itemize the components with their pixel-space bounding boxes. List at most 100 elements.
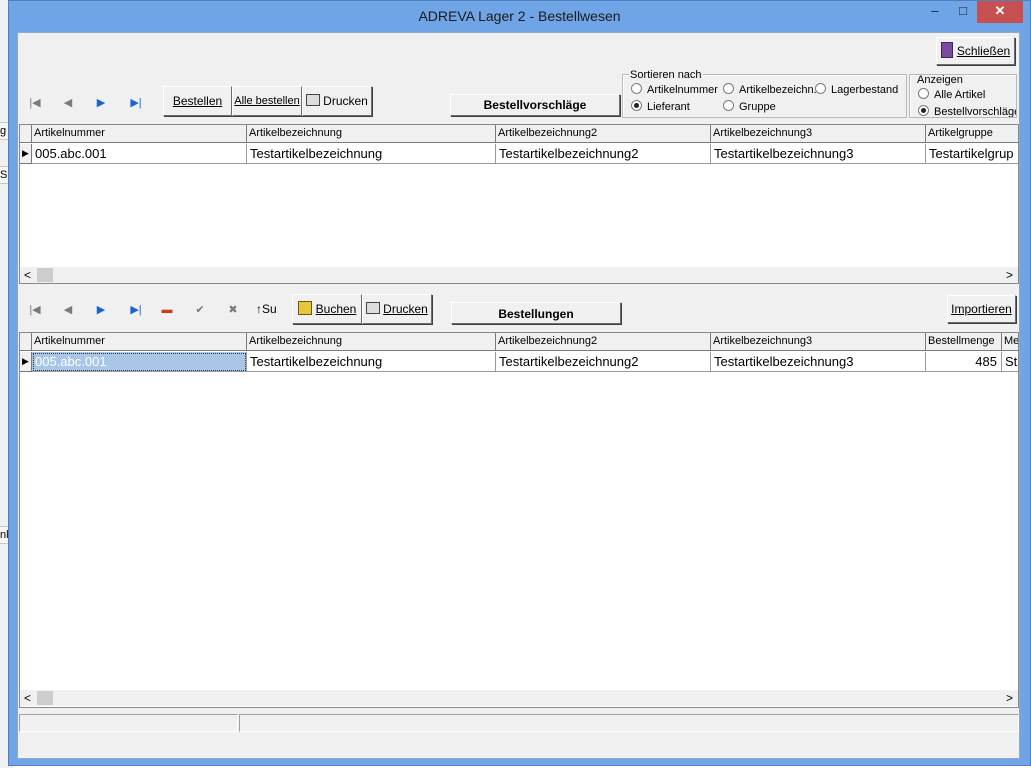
status-panel-left xyxy=(19,714,238,732)
table-cell[interactable]: Testartikelbezeichnung xyxy=(247,352,496,372)
sort-option-artikelnummer[interactable]: Artikelnummer xyxy=(631,83,718,97)
table-cell[interactable]: Testartikelbezeichnung3 xyxy=(711,144,926,164)
column-header[interactable]: Artikelgruppe xyxy=(926,125,1018,143)
sort-up-label: Su xyxy=(262,302,277,316)
first-record-icon[interactable]: |◀ xyxy=(26,303,44,317)
sort-option-gruppe[interactable]: Gruppe xyxy=(723,100,776,114)
window: ADREVA Lager 2 - Bestellwesen – □ ✕ Schl… xyxy=(8,0,1031,766)
show-option-bestellvorschlaege[interactable]: Bestellvorschläge xyxy=(918,105,1017,118)
table-cell[interactable]: 005.abc.001 xyxy=(32,144,247,164)
status-panel-right xyxy=(239,714,1019,732)
scroll-right-icon[interactable]: > xyxy=(1006,690,1013,706)
drucken-label: Drucken xyxy=(383,302,428,316)
column-header[interactable]: Artikelbezeichnung2 xyxy=(496,333,711,351)
column-header[interactable]: Artikelnummer xyxy=(32,125,247,143)
bestellvorschlaege-grid[interactable]: Artikelnummer Artikelbezeichnung Artikel… xyxy=(19,124,1019,284)
scroll-left-icon[interactable]: < xyxy=(24,690,31,706)
table-cell[interactable]: Testartikelbezeichnung2 xyxy=(496,352,711,372)
grid-corner xyxy=(20,125,32,143)
bestellen-button[interactable]: Bestellen xyxy=(163,86,232,116)
alle-bestellen-label: Alle bestellen xyxy=(234,95,300,107)
column-header[interactable]: Artikelbezeichnung2 xyxy=(496,125,711,143)
prev-record-icon[interactable]: ◀ xyxy=(59,96,77,110)
sort-option-artikelbezeichnung[interactable]: Artikelbezeichn. xyxy=(723,83,817,97)
table-cell[interactable]: Testartikelbezeichnung2 xyxy=(496,144,711,164)
radio-icon xyxy=(815,83,826,94)
top-horizontal-scrollbar[interactable]: < > xyxy=(20,267,1018,283)
column-header[interactable]: Artikelbezeichnung3 xyxy=(711,125,926,143)
radio-icon xyxy=(918,88,929,99)
table-cell[interactable]: Testartikelbezeichnung3 xyxy=(711,352,926,372)
first-record-icon[interactable]: |◀ xyxy=(26,96,44,110)
scroll-right-icon[interactable]: > xyxy=(1006,267,1013,283)
sort-option-label: Artikelnummer xyxy=(647,84,718,96)
show-group: Anzeigen Alle Artikel Bestellvorschläge xyxy=(909,74,1017,118)
schliessen-label: Schließen xyxy=(956,44,1011,58)
column-header[interactable]: Artikelbezeichnung xyxy=(247,125,496,143)
maximize-button[interactable]: □ xyxy=(949,1,977,23)
cancel-record-icon[interactable]: ✖ xyxy=(224,303,242,317)
drucken-button-bottom[interactable]: Drucken xyxy=(362,294,432,324)
buchen-label: Buchen xyxy=(315,302,357,316)
row-indicator-icon: ▶ xyxy=(20,144,32,164)
column-header[interactable]: Artikelnummer xyxy=(32,333,247,351)
printer-icon xyxy=(366,302,381,314)
radio-selected-icon xyxy=(631,100,642,111)
sort-option-label: Gruppe xyxy=(739,101,776,113)
drucken-button-top[interactable]: Drucken xyxy=(302,86,372,116)
sort-option-label: Lagerbestand xyxy=(831,84,899,96)
schliessen-button[interactable]: Schließen xyxy=(936,37,1015,65)
table-cell[interactable]: Stü xyxy=(1002,352,1018,372)
table-cell[interactable]: Testartikelbezeichnung xyxy=(247,144,496,164)
importieren-button[interactable]: Importieren xyxy=(947,295,1016,323)
show-option-label: Alle Artikel xyxy=(934,89,986,101)
scroll-thumb[interactable] xyxy=(37,691,53,705)
bottom-horizontal-scrollbar[interactable]: < > xyxy=(20,690,1018,706)
printer-icon xyxy=(306,94,321,106)
table-cell[interactable]: 485 xyxy=(926,352,1002,372)
column-header[interactable]: Artikelbezeichnung3 xyxy=(711,333,926,351)
prev-record-icon[interactable]: ◀ xyxy=(59,303,77,317)
last-record-icon[interactable]: ▶| xyxy=(125,96,147,110)
book-icon xyxy=(297,301,312,315)
show-option-alle-artikel[interactable]: Alle Artikel xyxy=(918,88,985,102)
radio-icon xyxy=(723,100,734,111)
buchen-button[interactable]: Buchen xyxy=(292,294,362,324)
next-record-icon[interactable]: ▶ xyxy=(92,303,110,317)
sort-up-button[interactable]: ↑Su xyxy=(256,302,286,316)
row-indicator-icon: ▶ xyxy=(20,352,32,372)
last-record-icon[interactable]: ▶| xyxy=(125,303,147,317)
bestellungen-grid[interactable]: Artikelnummer Artikelbezeichnung Artikel… xyxy=(19,332,1019,708)
bestellvorschlaege-header: Bestellvorschläge xyxy=(450,94,620,116)
sort-option-lagerbestand[interactable]: Lagerbestand xyxy=(815,83,898,97)
delete-record-icon[interactable]: ▬ xyxy=(158,303,176,317)
column-header[interactable]: Bestellmenge xyxy=(926,333,1002,351)
table-cell[interactable]: Testartikelgrup xyxy=(926,144,1018,164)
column-header[interactable]: Artikelbezeichnung xyxy=(247,333,496,351)
close-button[interactable]: ✕ xyxy=(977,1,1023,23)
alle-bestellen-button[interactable]: Alle bestellen xyxy=(232,86,302,116)
drucken-label: Drucken xyxy=(323,94,368,108)
radio-icon xyxy=(631,83,642,94)
door-icon xyxy=(940,42,953,58)
next-record-icon[interactable]: ▶ xyxy=(92,96,110,110)
bestellungen-header: Bestellungen xyxy=(451,302,621,324)
show-legend: Anzeigen xyxy=(916,74,964,86)
show-option-label: Bestellvorschläge xyxy=(934,106,1017,118)
minimize-button[interactable]: – xyxy=(921,1,949,23)
scroll-left-icon[interactable]: < xyxy=(24,267,31,283)
table-cell-selected[interactable]: 005.abc.001 xyxy=(32,352,247,372)
scroll-thumb[interactable] xyxy=(37,268,53,282)
radio-icon xyxy=(723,83,734,94)
sort-option-lieferant[interactable]: Lieferant xyxy=(631,100,690,114)
column-header[interactable]: Me xyxy=(1002,333,1018,351)
sort-legend: Sortieren nach xyxy=(629,69,703,81)
grid-corner xyxy=(20,333,32,351)
sort-option-label: Lieferant xyxy=(647,101,690,113)
bestellen-label: Bestellen xyxy=(172,94,223,108)
post-record-icon[interactable]: ✔ xyxy=(191,303,209,317)
radio-selected-icon xyxy=(918,105,929,116)
client-area: Schließen |◀ ◀ ▶ ▶| Bestellen Alle beste… xyxy=(17,32,1020,759)
sort-option-label: Artikelbezeichn. xyxy=(739,84,817,96)
window-title: ADREVA Lager 2 - Bestellwesen xyxy=(418,8,621,24)
